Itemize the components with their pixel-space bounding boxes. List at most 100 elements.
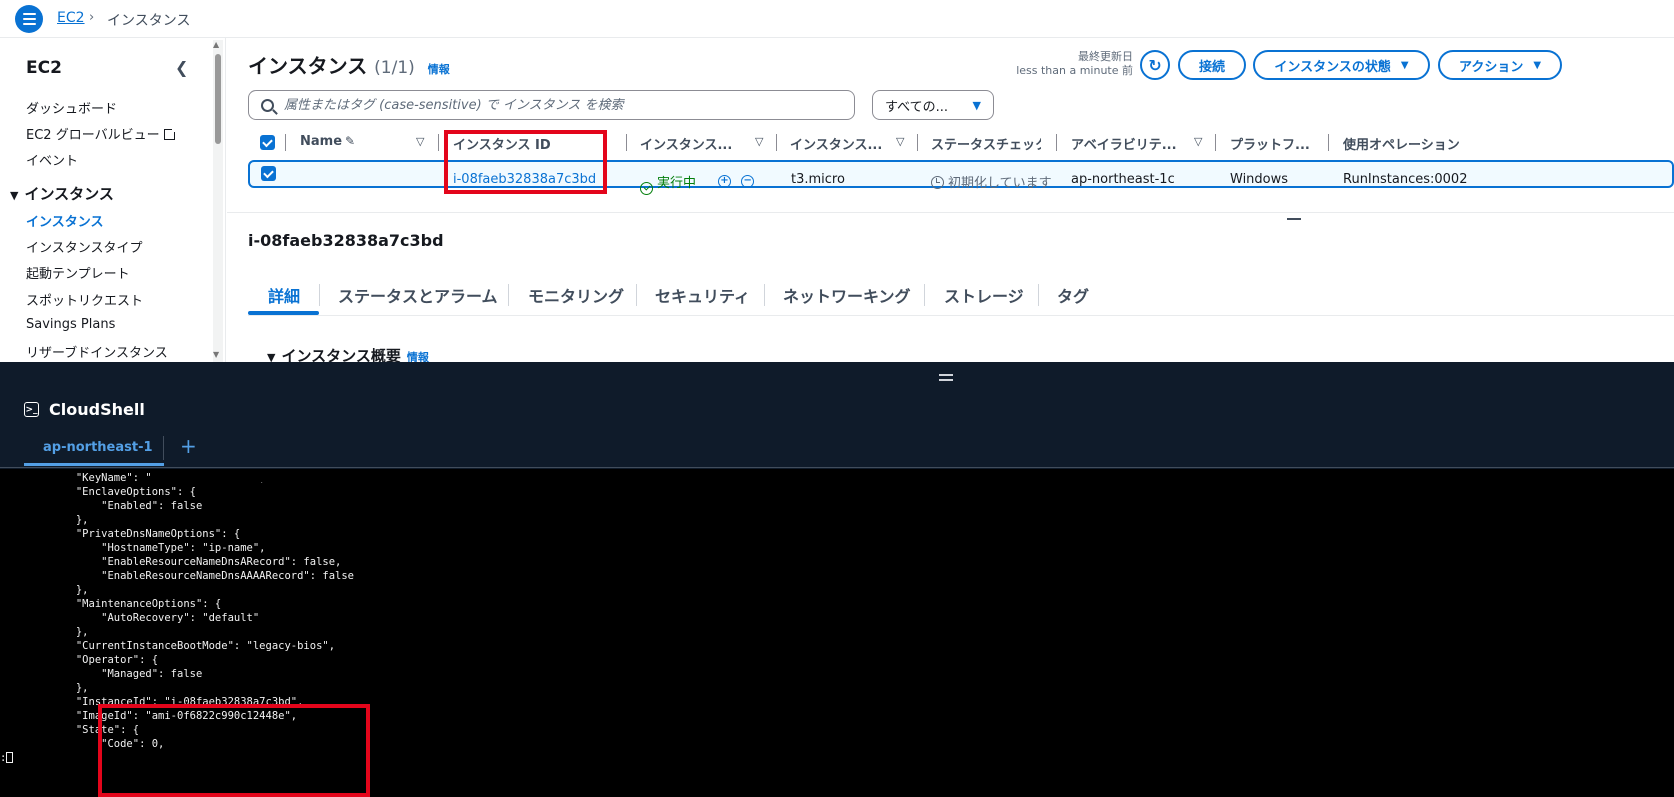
sidebar-item-launch-templates[interactable]: 起動テンプレート <box>26 263 130 282</box>
column-header-status-check[interactable]: ステータスチェック <box>931 134 1041 153</box>
zoom-out-icon[interactable]: − <box>741 174 755 188</box>
zoom-in-icon[interactable]: + <box>718 174 731 188</box>
sidebar-item-events[interactable]: イベント <box>26 150 78 169</box>
caret-down-icon: ▼ <box>972 98 981 112</box>
sidebar-scrollbar-thumb[interactable] <box>215 54 221 144</box>
column-divider <box>917 134 918 151</box>
info-link[interactable]: 情報 <box>428 63 450 76</box>
sidebar-item-global-view[interactable]: EC2 グローバルビュー <box>26 124 177 143</box>
clock-icon <box>931 176 944 189</box>
sidebar-title: EC2 <box>26 58 62 78</box>
terminal-line: "PrivateDnsNameOptions": { <box>0 528 241 540</box>
terminal-line: }, <box>0 626 89 638</box>
column-header-platform[interactable]: プラットフ... <box>1230 134 1310 153</box>
info-link[interactable]: 情報 <box>407 351 429 362</box>
sidebar-item-savings-plans[interactable]: Savings Plans <box>26 317 115 332</box>
actions-button[interactable]: アクション ▼ <box>1438 50 1562 80</box>
sidebar-item-reserved-instances[interactable]: リザーブドインスタンス <box>26 342 168 361</box>
tab-monitoring[interactable]: モニタリング <box>528 283 624 307</box>
column-header-instance-state[interactable]: インスタンス... <box>640 134 732 153</box>
sidebar-section-label: インスタンス <box>24 185 114 203</box>
sort-icon[interactable]: ▽ <box>1194 135 1202 148</box>
column-header-label: Name <box>300 134 343 149</box>
sort-icon[interactable]: ▽ <box>416 135 424 148</box>
instance-count: (1/1) <box>374 58 415 78</box>
search-input[interactable] <box>284 97 844 113</box>
search-bar <box>248 90 855 120</box>
tab-storage[interactable]: ストレージ <box>944 283 1024 307</box>
connect-button[interactable]: 接続 <box>1178 50 1246 80</box>
tab-divider <box>163 436 164 460</box>
detail-title: i-08faeb32838a7c3bd <box>248 231 444 250</box>
tab-tags[interactable]: タグ <box>1057 283 1089 307</box>
refresh-button[interactable]: ↻ <box>1140 50 1170 80</box>
actions-label: アクション <box>1458 59 1524 75</box>
terminal-prompt[interactable]: : <box>0 752 14 765</box>
terminal-line: "EnableResourceNameDnsARecord": false, <box>0 556 342 568</box>
sidebar-item-dashboard[interactable]: ダッシュボード <box>26 98 117 117</box>
breadcrumb-ec2[interactable]: EC2 <box>57 10 85 26</box>
detail-tabs: 詳細 ステータスとアラーム モニタリング セキュリティ ネットワーキング ストレ… <box>248 276 1674 316</box>
filter-select[interactable]: すべての... ▼ <box>872 90 994 120</box>
sidebar-section-instances[interactable]: ▼ インスタンス <box>10 183 114 204</box>
terminal-icon: >_ <box>24 402 39 417</box>
instance-state-label: インスタンスの状態 <box>1274 59 1391 75</box>
connect-label: 接続 <box>1198 59 1225 75</box>
column-divider <box>1215 134 1216 151</box>
terminal-line: "Operator": { <box>0 654 159 666</box>
add-tab-icon[interactable]: + <box>180 434 197 458</box>
caret-down-icon: ▼ <box>10 189 19 202</box>
cloudshell-tab-region[interactable]: ap-northeast-1 <box>43 440 153 455</box>
tab-divider <box>764 284 765 306</box>
terminal-line: "Enabled": false <box>0 500 203 512</box>
section-label: インスタンス概要 <box>281 347 401 362</box>
menu-icon[interactable] <box>15 5 43 33</box>
highlight-box <box>444 130 607 194</box>
tab-networking[interactable]: ネットワーキング <box>783 283 911 307</box>
row-checkbox[interactable] <box>261 166 276 181</box>
instance-state-button[interactable]: インスタンスの状態 ▼ <box>1253 50 1430 80</box>
availability-zone-value: ap-northeast-1c <box>1071 172 1175 187</box>
collapse-sidebar-icon[interactable]: ❮ <box>175 58 188 77</box>
section-instance-summary[interactable]: ▼ インスタンス概要 情報 <box>267 345 429 362</box>
tab-security[interactable]: セキュリティ <box>655 283 750 307</box>
breadcrumb-separator-icon: › <box>89 10 95 25</box>
select-all-checkbox[interactable] <box>260 135 275 150</box>
cloudshell-title: >_ CloudShell <box>24 400 145 419</box>
status-check-label: 初期化しています <box>948 176 1052 191</box>
terminal-line: "HostnameType": "ip-name", <box>0 542 266 554</box>
instance-state-label: 実行中 <box>657 176 697 191</box>
sidebar-item-instances[interactable]: インスタンス <box>26 211 103 230</box>
page-title-text: インスタンス <box>248 54 368 78</box>
resize-handle-icon[interactable] <box>939 374 953 381</box>
status-check-value: 初期化しています <box>931 172 1052 191</box>
scroll-up-icon[interactable]: ▲ <box>213 40 219 49</box>
refresh-icon: ↻ <box>1148 55 1162 75</box>
sidebar-item-instance-types[interactable]: インスタンスタイプ <box>26 237 142 256</box>
scroll-down-icon[interactable]: ▼ <box>213 350 219 359</box>
caret-down-icon: ▼ <box>1400 59 1409 71</box>
instance-type-value: t3.micro <box>791 172 845 187</box>
column-header-name[interactable]: Name ✎ <box>300 134 355 149</box>
active-tab-indicator <box>24 463 164 466</box>
column-header-instance-type[interactable]: インスタンス... <box>790 134 882 153</box>
highlight-box <box>98 704 370 797</box>
usage-operation-value: RunInstances:0002 <box>1343 172 1468 187</box>
zoom-controls: + − <box>718 172 755 188</box>
tab-status-alarms[interactable]: ステータスとアラーム <box>338 283 498 307</box>
sort-icon[interactable]: ▽ <box>755 135 763 148</box>
sort-icon[interactable]: ▽ <box>896 135 904 148</box>
last-updated-value: less than a minute 前 <box>1016 64 1133 77</box>
sidebar-item-spot-requests[interactable]: スポットリクエスト <box>26 290 143 309</box>
tab-divider <box>508 284 509 306</box>
terminal-line: }, <box>0 514 89 526</box>
caret-down-icon: ▼ <box>1533 59 1542 71</box>
last-updated: 最終更新日 less than a minute 前 <box>1007 50 1133 78</box>
edit-icon: ✎ <box>345 134 356 148</box>
column-header-availability-zone[interactable]: アベイラビリテ... <box>1071 134 1177 153</box>
column-header-usage-operation[interactable]: 使用オペレーション <box>1343 134 1460 153</box>
tab-details[interactable]: 詳細 <box>268 283 300 307</box>
tab-divider <box>636 284 637 306</box>
resize-handle-icon[interactable] <box>1287 218 1301 220</box>
tab-divider <box>319 284 320 306</box>
